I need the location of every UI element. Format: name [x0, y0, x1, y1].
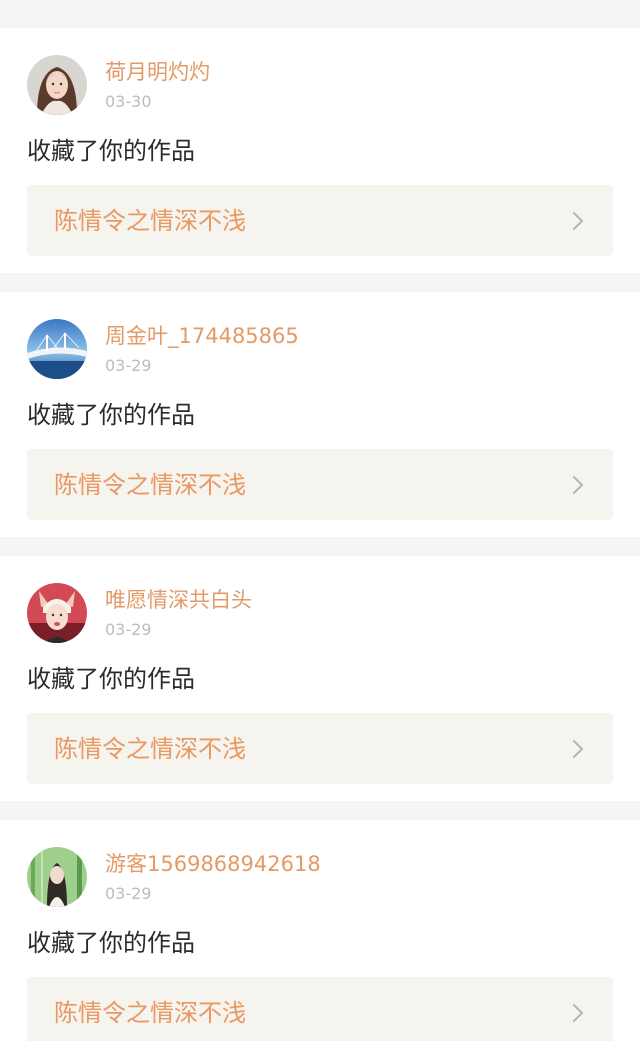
boy-with-ears-avatar-icon [27, 583, 87, 643]
notification-card: 唯愿情深共白头 03-29 收藏了你的作品 陈情令之情深不浅 [0, 556, 640, 801]
timestamp: 03-29 [105, 884, 152, 903]
username[interactable]: 周金叶_174485865 [105, 323, 299, 349]
action-text: 收藏了你的作品 [27, 929, 195, 957]
work-title: 陈情令之情深不浅 [54, 735, 246, 763]
avatar[interactable] [27, 55, 87, 115]
work-title: 陈情令之情深不浅 [54, 471, 246, 499]
action-text: 收藏了你的作品 [27, 137, 195, 165]
work-title: 陈情令之情深不浅 [54, 999, 246, 1027]
work-link[interactable]: 陈情令之情深不浅 [27, 713, 613, 784]
action-text: 收藏了你的作品 [27, 401, 195, 429]
notification-card: 荷月明灼灼 03-30 收藏了你的作品 陈情令之情深不浅 [0, 28, 640, 273]
username[interactable]: 唯愿情深共白头 [105, 587, 252, 613]
timestamp: 03-30 [105, 92, 152, 111]
timestamp: 03-29 [105, 356, 152, 375]
chevron-right-icon [573, 740, 583, 758]
work-title: 陈情令之情深不浅 [54, 207, 246, 235]
girl-in-forest-avatar-icon [27, 847, 87, 907]
work-link[interactable]: 陈情令之情深不浅 [27, 185, 613, 256]
work-link[interactable]: 陈情令之情深不浅 [27, 977, 613, 1041]
action-text: 收藏了你的作品 [27, 665, 195, 693]
notification-card: 周金叶_174485865 03-29 收藏了你的作品 陈情令之情深不浅 [0, 292, 640, 537]
notification-feed: 荷月明灼灼 03-30 收藏了你的作品 陈情令之情深不浅 周金叶_1744858… [0, 0, 640, 1041]
username[interactable]: 游客1569868942618 [105, 851, 321, 877]
chevron-right-icon [573, 212, 583, 230]
avatar[interactable] [27, 847, 87, 907]
chevron-right-icon [573, 476, 583, 494]
notification-card: 游客1569868942618 03-29 收藏了你的作品 陈情令之情深不浅 [0, 820, 640, 1041]
avatar[interactable] [27, 583, 87, 643]
work-link[interactable]: 陈情令之情深不浅 [27, 449, 613, 520]
avatar[interactable] [27, 319, 87, 379]
bridge-landscape-avatar-icon [27, 319, 87, 379]
timestamp: 03-29 [105, 620, 152, 639]
chevron-right-icon [573, 1004, 583, 1022]
username[interactable]: 荷月明灼灼 [105, 59, 210, 85]
girl-portrait-avatar-icon [27, 55, 87, 115]
